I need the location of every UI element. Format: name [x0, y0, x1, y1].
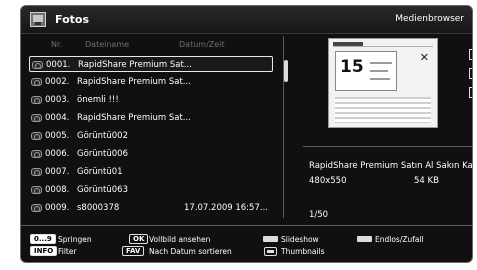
thumbnails-icon[interactable] — [264, 247, 277, 256]
camera-icon — [31, 132, 42, 140]
loop-shuffle-label: Endlos/Zufall — [375, 235, 424, 244]
file-date: 17.07.2009 16:57... — [184, 203, 268, 213]
page-title: Fotos — [55, 13, 89, 26]
camera-icon — [31, 168, 42, 176]
loop-shuffle-color-key[interactable] — [357, 236, 372, 242]
slideshow-color-key[interactable] — [263, 236, 278, 242]
camera-icon — [31, 204, 42, 212]
file-row[interactable]: 0009. s8000378 17.07.2009 16:57... — [29, 200, 273, 216]
photos-icon — [30, 12, 46, 27]
file-row[interactable]: 0002. RapidShare Premium Sat... — [29, 74, 273, 90]
image-preview: 15 ✕ — [328, 38, 438, 128]
info-filesize: 54 KB — [414, 176, 439, 186]
sort-by-date-label: Nach Datum sortieren — [149, 247, 232, 256]
preview-mark: ✕ — [419, 51, 429, 64]
jump-label: Springen — [58, 235, 92, 244]
file-row[interactable]: 0004. RapidShare Premium Sat... — [29, 110, 273, 126]
file-number: 0005. — [45, 131, 70, 141]
file-row[interactable]: 0003. önemli !!! — [29, 92, 273, 108]
file-name: Görüntü002 — [77, 131, 128, 141]
info-filename: RapidShare Premium Satın Al Sakın Kaçırm… — [309, 161, 473, 171]
preview-text-line — [370, 78, 390, 80]
file-name: RapidShare Premium Sat... — [77, 113, 191, 123]
file-number: 0009. — [45, 203, 70, 213]
fullscreen-view-label: Vollbild ansehen — [149, 235, 211, 244]
thumbnails-label: Thumbnails — [281, 247, 325, 256]
file-row[interactable]: 0001. RapidShare Premium Sat... — [29, 56, 273, 72]
camera-icon — [31, 96, 42, 104]
file-name: RapidShare Premium Sat... — [78, 60, 192, 70]
file-row[interactable]: 0007. Görüntü01 — [29, 164, 273, 180]
info-key[interactable]: INFO — [30, 246, 58, 256]
file-number: 0001. — [46, 60, 71, 70]
file-number: 0003. — [45, 95, 70, 105]
preview-text-line — [370, 70, 388, 72]
fullscreen-icon[interactable] — [469, 87, 472, 98]
file-number: 0002. — [45, 77, 70, 87]
key-help-bar: 0...9 Springen INFO Filter OK Vollbild a… — [21, 225, 472, 262]
column-header-filename: Dateiname — [85, 40, 130, 49]
file-row[interactable]: 0006. Görüntü006 — [29, 146, 273, 162]
preview-number: 15 — [340, 57, 364, 77]
camera-icon — [31, 150, 42, 158]
media-browser-label: Medienbrowser — [395, 14, 464, 24]
filter-label: Filter — [58, 247, 77, 256]
preview-text-line — [370, 62, 392, 64]
preview-table — [335, 97, 431, 123]
file-name: Görüntü01 — [77, 167, 123, 177]
column-header-number: Nr. — [51, 40, 63, 49]
ok-key[interactable]: OK — [129, 234, 149, 244]
fav-key[interactable]: FAV — [122, 246, 145, 256]
digits-key[interactable]: 0...9 — [30, 234, 56, 244]
file-row[interactable]: 0005. Görüntü002 — [29, 128, 273, 144]
file-list: Nr. Dateiname Datum/Zeit 0001. RapidShar… — [29, 40, 289, 216]
info-divider — [303, 146, 472, 147]
file-number: 0004. — [45, 113, 70, 123]
preview-content-box: 15 — [335, 51, 397, 91]
file-name: s8000378 — [77, 203, 120, 213]
slideshow-label: Slideshow — [281, 235, 319, 244]
file-name: Görüntü006 — [77, 149, 128, 159]
rotate-icon[interactable] — [469, 49, 472, 60]
media-browser-window: Fotos Medienbrowser Nr. Dateiname Datum/… — [20, 5, 473, 263]
panel-divider — [283, 36, 284, 218]
file-row[interactable]: 0008. Görüntü063 — [29, 182, 273, 198]
shuffle-icon[interactable] — [469, 66, 472, 79]
column-header-datetime: Datum/Zeit — [179, 40, 225, 49]
info-resolution: 480x550 — [309, 176, 347, 186]
file-number: 0008. — [45, 185, 70, 195]
camera-icon — [31, 186, 42, 194]
file-name: önemli !!! — [77, 95, 119, 105]
file-number: 0007. — [45, 167, 70, 177]
page-indicator: 1/50 — [309, 210, 329, 220]
camera-icon — [31, 114, 42, 122]
header-bar: Fotos Medienbrowser — [21, 6, 472, 34]
file-name: RapidShare Premium Sat... — [77, 77, 191, 87]
preview-page-header — [333, 42, 433, 47]
camera-icon — [32, 61, 43, 69]
list-scrollbar[interactable] — [284, 60, 288, 82]
camera-icon — [31, 78, 42, 86]
file-number: 0006. — [45, 149, 70, 159]
file-name: Görüntü063 — [77, 185, 128, 195]
